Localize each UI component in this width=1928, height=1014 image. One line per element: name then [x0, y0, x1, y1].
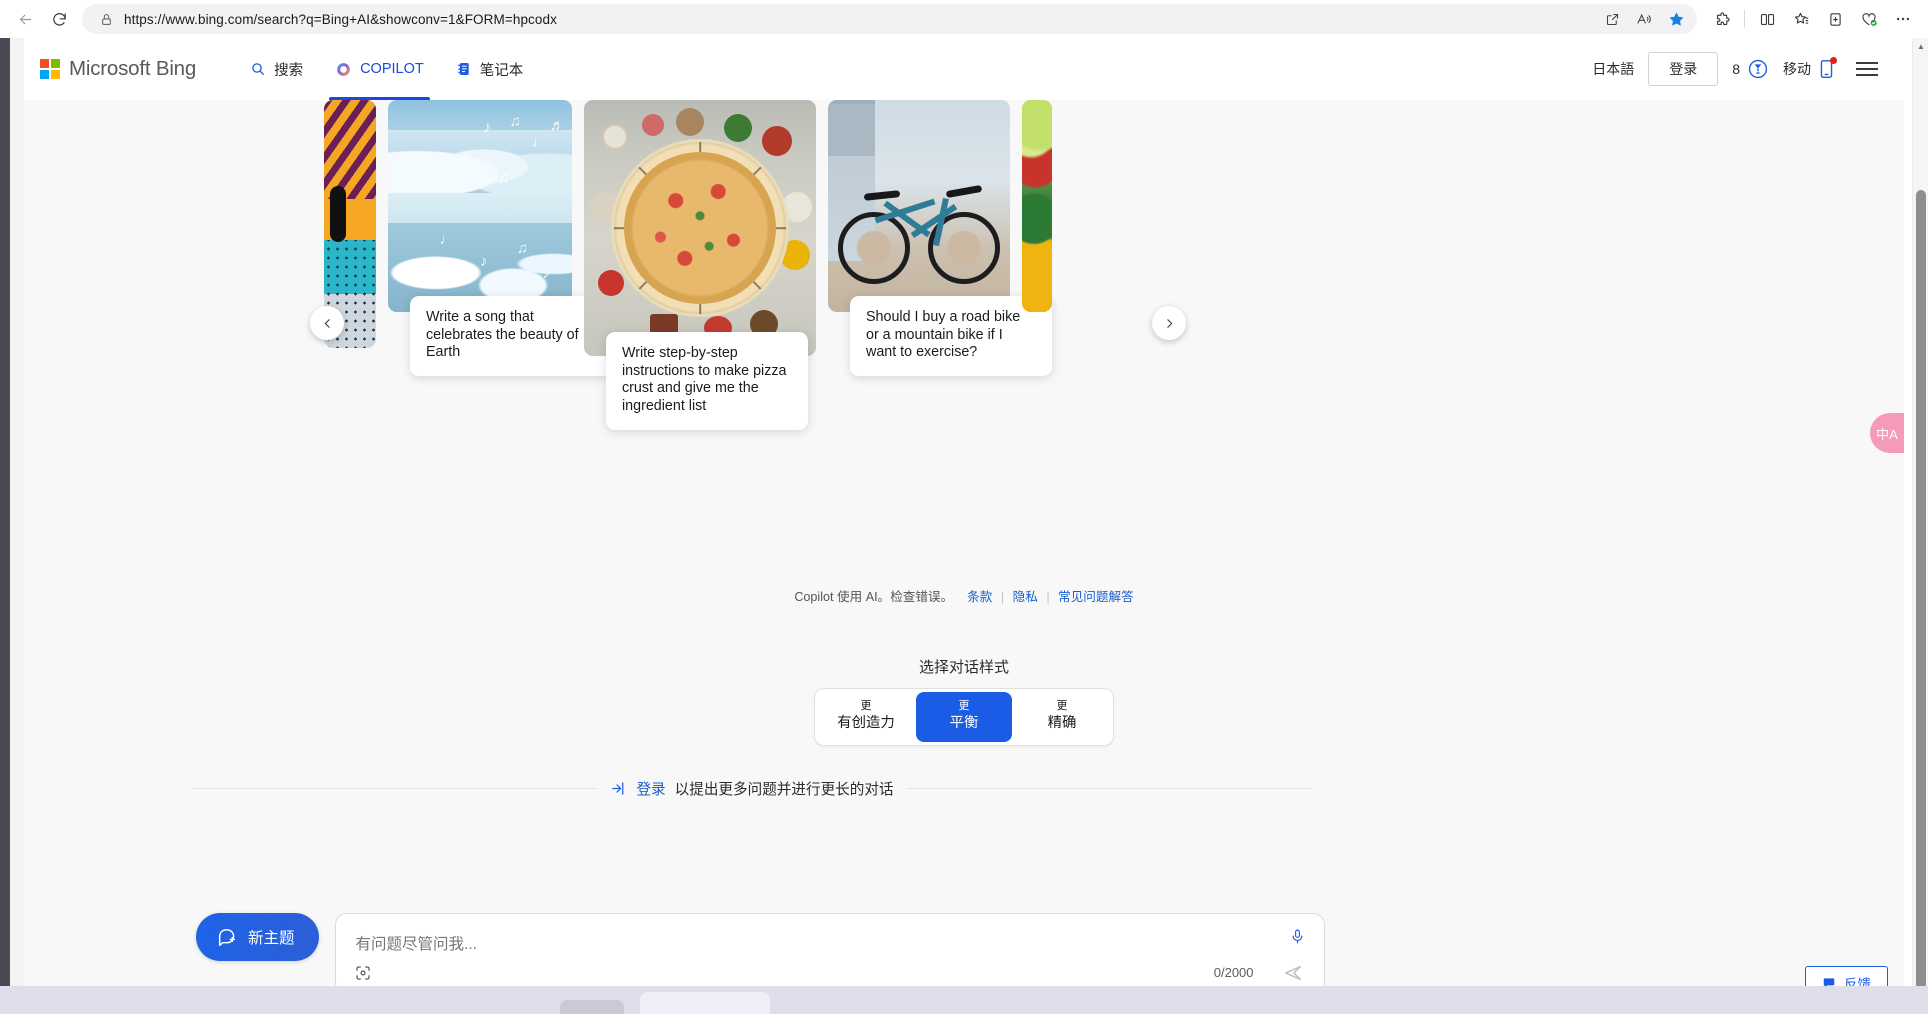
card-image-vegetables — [1022, 100, 1052, 312]
back-button[interactable] — [8, 4, 42, 34]
tab-notebook[interactable]: 笔记本 — [440, 38, 540, 100]
card-caption[interactable]: Write a song that celebrates the beauty … — [410, 296, 612, 376]
disclaimer-divider: | — [1046, 590, 1049, 604]
taskbar-strip — [0, 986, 1928, 1008]
new-chat-icon — [216, 926, 238, 948]
card-image-pizza — [584, 100, 816, 356]
tone-option-precise-label: 精确 — [1014, 714, 1110, 732]
tab-copilot-label: COPILOT — [360, 61, 424, 77]
translate-icon[interactable]: 中A — [1870, 413, 1904, 453]
composer: 新主题 有问题尽管问我... 0/2000 — [196, 913, 1325, 990]
tone-picker: 更 有创造力 更 平衡 更 精确 — [814, 688, 1114, 746]
carousel-card-bike[interactable]: Should I buy a road bike or a mountain b… — [828, 100, 1010, 312]
new-topic-button[interactable]: 新主题 — [196, 913, 319, 961]
new-topic-label: 新主题 — [248, 926, 295, 948]
url-text[interactable]: https://www.bing.com/search?q=Bing+AI&sh… — [116, 12, 1597, 27]
site-info-lock-icon[interactable] — [96, 9, 116, 29]
refresh-button[interactable] — [42, 4, 76, 34]
suggestion-carousel: ♪♫ ♩♬ ♪♫ ♩♪ ♫♪ Write a song that celebra… — [24, 100, 1904, 520]
toolbar-divider — [1744, 10, 1745, 28]
card-image-bike — [828, 100, 1010, 312]
signin-button[interactable]: 登录 — [1648, 52, 1718, 86]
language-selector[interactable]: 日本語 — [1592, 59, 1634, 79]
microsoft-logo-icon — [40, 59, 60, 79]
address-bar[interactable]: https://www.bing.com/search?q=Bing+AI&sh… — [82, 4, 1697, 34]
favorite-star-icon[interactable] — [1661, 5, 1691, 33]
translate-label: 中A — [1876, 424, 1898, 443]
send-icon[interactable] — [1282, 962, 1304, 984]
divider-left — [192, 788, 596, 789]
card-caption[interactable]: Write step-by-step instructions to make … — [606, 332, 808, 430]
header-tabs: 搜索 COPILOT — [234, 38, 539, 100]
carousel-prev-button[interactable] — [310, 306, 344, 340]
signin-prompt-link[interactable]: 登录 — [636, 778, 665, 799]
header-right-actions: 日本語 登录 8 移动 — [1592, 52, 1878, 86]
disclaimer-divider: | — [1001, 590, 1004, 604]
character-counter: 0/2000 — [1214, 965, 1254, 980]
signin-prompt-row: 登录 以提出更多问题并进行更长的对话 — [192, 778, 1312, 799]
bing-copilot-page: Microsoft Bing 搜索 — [24, 38, 1904, 990]
bing-logo[interactable]: Microsoft Bing — [40, 57, 196, 81]
rewards-count: 8 — [1732, 61, 1740, 77]
browser-essentials-icon[interactable] — [1852, 4, 1886, 34]
collections-icon[interactable] — [1818, 4, 1852, 34]
tone-option-creative-label: 有创造力 — [818, 714, 914, 732]
tone-option-balanced[interactable]: 更 平衡 — [916, 692, 1012, 742]
browser-toolbar: https://www.bing.com/search?q=Bing+AI&sh… — [0, 0, 1928, 38]
tone-picker-title: 选择对话样式 — [24, 656, 1904, 677]
rewards-indicator[interactable]: 8 — [1732, 58, 1769, 80]
chat-input-shell[interactable]: 有问题尽管问我... 0/2000 — [335, 913, 1325, 990]
faq-link[interactable]: 常见问题解答 — [1058, 590, 1134, 604]
chat-input-placeholder[interactable]: 有问题尽管问我... — [356, 932, 477, 954]
carousel-track: ♪♫ ♩♬ ♪♫ ♩♪ ♫♪ Write a song that celebra… — [24, 100, 1052, 356]
tab-search-label: 搜索 — [274, 59, 303, 80]
microphone-icon[interactable] — [1289, 928, 1306, 945]
ai-disclaimer: Copilot 使用 AI。检查错误。 条款 | 隐私 | 常见问题解答 — [24, 586, 1904, 605]
page-frame: Microsoft Bing 搜索 — [0, 38, 1928, 1008]
visual-search-icon[interactable] — [354, 964, 372, 982]
read-aloud-icon[interactable] — [1629, 5, 1659, 33]
phone-icon — [1819, 58, 1834, 80]
split-screen-icon[interactable] — [1750, 4, 1784, 34]
terms-link[interactable]: 条款 — [967, 590, 992, 604]
mobile-link[interactable]: 移动 — [1783, 58, 1834, 80]
card-image-iceberg: ♪♫ ♩♬ ♪♫ ♩♪ ♫♪ — [388, 100, 572, 312]
page-scrollbar[interactable]: ▲ ▼ — [1912, 38, 1928, 1008]
disclaimer-text: Copilot 使用 AI。检查错误。 — [794, 590, 953, 604]
notebook-icon — [456, 61, 472, 77]
rewards-medal-icon — [1747, 58, 1769, 80]
favorites-icon[interactable] — [1784, 4, 1818, 34]
settings-more-icon[interactable] — [1886, 4, 1920, 34]
scrollbar-thumb[interactable] — [1916, 190, 1926, 990]
carousel-next-button[interactable] — [1152, 306, 1186, 340]
tab-copilot[interactable]: COPILOT — [319, 38, 440, 100]
carousel-card-song[interactable]: ♪♫ ♩♬ ♪♫ ♩♪ ♫♪ Write a song that celebra… — [388, 100, 572, 312]
tab-notebook-label: 笔记本 — [480, 59, 524, 80]
tone-option-precise-prefix: 更 — [1014, 700, 1110, 714]
bing-header: Microsoft Bing 搜索 — [24, 38, 1904, 100]
tone-option-balanced-prefix: 更 — [916, 700, 1012, 714]
page-left-gutter — [0, 38, 24, 1008]
divider-right — [908, 788, 1312, 789]
signin-prompt-text: 以提出更多问题并进行更长的对话 — [675, 778, 894, 799]
tone-option-creative[interactable]: 更 有创造力 — [818, 692, 914, 742]
search-icon — [250, 61, 266, 77]
carousel-card-partial-right[interactable] — [1022, 100, 1052, 312]
privacy-link[interactable]: 隐私 — [1013, 590, 1038, 604]
bing-wordmark: Microsoft Bing — [69, 57, 196, 81]
tone-option-precise[interactable]: 更 精确 — [1014, 692, 1110, 742]
tone-option-creative-prefix: 更 — [818, 700, 914, 714]
signin-arrow-icon — [610, 780, 627, 797]
open-in-app-icon[interactable] — [1597, 5, 1627, 33]
carousel-card-pizza[interactable]: Write step-by-step instructions to make … — [584, 100, 816, 356]
signin-prompt: 登录 以提出更多问题并进行更长的对话 — [610, 778, 893, 799]
copilot-icon — [335, 61, 352, 78]
scroll-up-button[interactable]: ▲ — [1913, 38, 1928, 54]
notification-dot — [1830, 57, 1837, 64]
mobile-label: 移动 — [1783, 59, 1811, 79]
tone-option-balanced-label: 平衡 — [916, 714, 1012, 732]
extensions-icon[interactable] — [1705, 4, 1739, 34]
hamburger-menu-icon[interactable] — [1856, 62, 1878, 76]
tab-search[interactable]: 搜索 — [234, 38, 319, 100]
